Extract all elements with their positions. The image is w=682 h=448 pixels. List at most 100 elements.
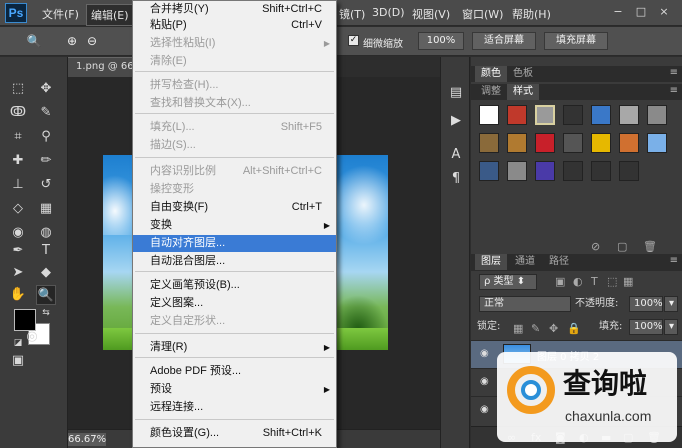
- menu-item[interactable]: 变换 ▶: [133, 217, 336, 234]
- style-swatch[interactable]: [563, 161, 583, 181]
- fill-input[interactable]: 100%: [629, 319, 663, 335]
- opacity-input[interactable]: 100%: [629, 296, 663, 312]
- zoom-out-icon[interactable]: ⊖: [84, 34, 100, 48]
- style-swatch[interactable]: [563, 105, 583, 125]
- style-swatch[interactable]: [507, 133, 527, 153]
- paragraph-panel-icon[interactable]: ¶: [448, 171, 464, 187]
- style-swatch[interactable]: [591, 161, 611, 181]
- style-swatch[interactable]: [619, 133, 639, 153]
- shape-tool-icon[interactable]: ◆: [36, 263, 56, 283]
- clone-stamp-tool-icon[interactable]: ⊥: [8, 175, 28, 195]
- lock-position-icon[interactable]: ✥: [549, 322, 558, 335]
- no-style-icon[interactable]: ⊘: [591, 240, 600, 253]
- style-swatch[interactable]: [535, 161, 555, 181]
- type-tool-icon[interactable]: T: [36, 241, 56, 261]
- actual-pixels-button[interactable]: 100%: [418, 32, 464, 50]
- style-swatch[interactable]: [619, 105, 639, 125]
- menu-item[interactable]: 查找和替换文本(X)...: [133, 95, 336, 112]
- menu-item[interactable]: 内容识别比例 Alt+Shift+Ctrl+C: [133, 163, 336, 180]
- menu-item[interactable]: 自动对齐图层...: [133, 235, 336, 252]
- style-swatch[interactable]: [591, 105, 611, 125]
- crop-tool-icon[interactable]: ⌗: [8, 127, 28, 147]
- style-swatch[interactable]: [479, 105, 499, 125]
- menu-3d[interactable]: 3D(D): [372, 6, 405, 19]
- menu-window[interactable]: 窗口(W): [462, 6, 503, 22]
- zoom-in-icon[interactable]: ⊕: [64, 34, 80, 48]
- zoom-tool-icon[interactable]: 🔍: [36, 285, 56, 305]
- hand-tool-icon[interactable]: ✋: [8, 285, 28, 305]
- character-panel-icon[interactable]: A: [448, 147, 464, 163]
- menu-filter[interactable]: 镜(T): [339, 6, 365, 22]
- style-swatch[interactable]: [507, 161, 527, 181]
- style-swatch[interactable]: [479, 133, 499, 153]
- menu-item[interactable]: 定义画笔预设(B)...: [133, 277, 336, 294]
- fill-dropdown-icon[interactable]: ▾: [664, 319, 678, 335]
- blur-tool-icon[interactable]: ◉: [8, 223, 28, 243]
- pen-tool-icon[interactable]: ✒: [8, 241, 28, 261]
- menu-item[interactable]: 描边(S)...: [133, 137, 336, 154]
- style-swatch[interactable]: [535, 105, 555, 125]
- fit-screen-button[interactable]: 适合屏幕: [472, 32, 536, 50]
- screen-mode-icon[interactable]: ▣: [8, 351, 28, 371]
- style-swatch[interactable]: [647, 133, 667, 153]
- menu-edit[interactable]: 编辑(E): [86, 4, 134, 26]
- filter-type-icon[interactable]: T: [591, 275, 598, 288]
- style-swatch[interactable]: [479, 161, 499, 181]
- eyedropper-tool-icon[interactable]: ⚲: [36, 127, 56, 147]
- menu-item[interactable]: 自由变换(F) Ctrl+T: [133, 199, 336, 216]
- style-swatch[interactable]: [591, 133, 611, 153]
- style-swatch[interactable]: [647, 105, 667, 125]
- tab-channels[interactable]: 通道: [509, 254, 541, 270]
- move-tool-icon[interactable]: ✥: [36, 79, 56, 99]
- lasso-tool-icon[interactable]: ↂ: [8, 103, 28, 123]
- menu-item[interactable]: Adobe PDF 预设...: [133, 363, 336, 380]
- healing-brush-tool-icon[interactable]: ✚: [8, 151, 28, 171]
- gradient-tool-icon[interactable]: ▦: [36, 199, 56, 219]
- menu-help[interactable]: 帮助(H): [512, 6, 551, 22]
- marquee-tool-icon[interactable]: ⬚: [8, 79, 28, 99]
- style-swatch[interactable]: [619, 161, 639, 181]
- history-panel-icon[interactable]: ▤: [448, 85, 464, 101]
- fill-screen-button[interactable]: 填充屏幕: [544, 32, 608, 50]
- zoom-tool-icon[interactable]: 🔍: [26, 34, 42, 48]
- scrubby-zoom-checkbox[interactable]: ✓: [348, 35, 359, 46]
- panel-menu-icon[interactable]: ≡: [670, 67, 678, 78]
- style-swatch[interactable]: [535, 133, 555, 153]
- menu-item[interactable]: 拼写检查(H)...: [133, 77, 336, 94]
- close-icon[interactable]: ×: [658, 6, 670, 18]
- eye-icon[interactable]: ◉: [480, 405, 494, 415]
- tab-layers[interactable]: 图层: [475, 254, 507, 270]
- menu-item[interactable]: 定义图案...: [133, 295, 336, 312]
- tab-paths[interactable]: 路径: [543, 254, 575, 270]
- menu-item[interactable]: 预设 ▶: [133, 381, 336, 398]
- menu-item[interactable]: 填充(L)... Shift+F5: [133, 119, 336, 136]
- tab-styles[interactable]: 样式: [507, 84, 539, 100]
- minimize-icon[interactable]: −: [612, 6, 624, 18]
- style-swatch[interactable]: [563, 133, 583, 153]
- style-swatch[interactable]: [507, 105, 527, 125]
- menu-item[interactable]: 远程连接...: [133, 399, 336, 416]
- menu-item[interactable]: 清理(R) ▶: [133, 339, 336, 356]
- quick-mask-icon[interactable]: ◎: [22, 327, 42, 347]
- filter-adjustment-icon[interactable]: ◐: [573, 275, 583, 288]
- menu-item[interactable]: 定义自定形状...: [133, 313, 336, 330]
- eraser-tool-icon[interactable]: ◇: [8, 199, 28, 219]
- eye-icon[interactable]: ◉: [480, 377, 494, 387]
- layer-filter-select[interactable]: ρ 类型 ⬍: [479, 274, 537, 290]
- lock-pixels-icon[interactable]: ✎: [531, 322, 540, 335]
- lock-all-icon[interactable]: 🔒: [567, 322, 581, 335]
- brush-tool-icon[interactable]: ✏: [36, 151, 56, 171]
- maximize-icon[interactable]: □: [635, 6, 647, 18]
- menu-item[interactable]: 合并拷贝(Y) Shift+Ctrl+C: [133, 1, 336, 18]
- history-brush-tool-icon[interactable]: ↺: [36, 175, 56, 195]
- swap-colors-icon[interactable]: ⇆: [36, 303, 56, 323]
- menu-item[interactable]: 颜色设置(G)... Shift+Ctrl+K: [133, 425, 336, 442]
- menu-item[interactable]: 操控变形: [133, 181, 336, 198]
- panel-menu-icon[interactable]: ≡: [670, 255, 678, 266]
- filter-shape-icon[interactable]: ⬚: [607, 275, 617, 288]
- new-style-icon[interactable]: ▢: [617, 240, 627, 253]
- dodge-tool-icon[interactable]: ◍: [36, 223, 56, 243]
- eye-icon[interactable]: ◉: [480, 349, 494, 359]
- tab-adjustments[interactable]: 调整: [475, 84, 507, 100]
- filter-pixel-icon[interactable]: ▣: [555, 275, 565, 288]
